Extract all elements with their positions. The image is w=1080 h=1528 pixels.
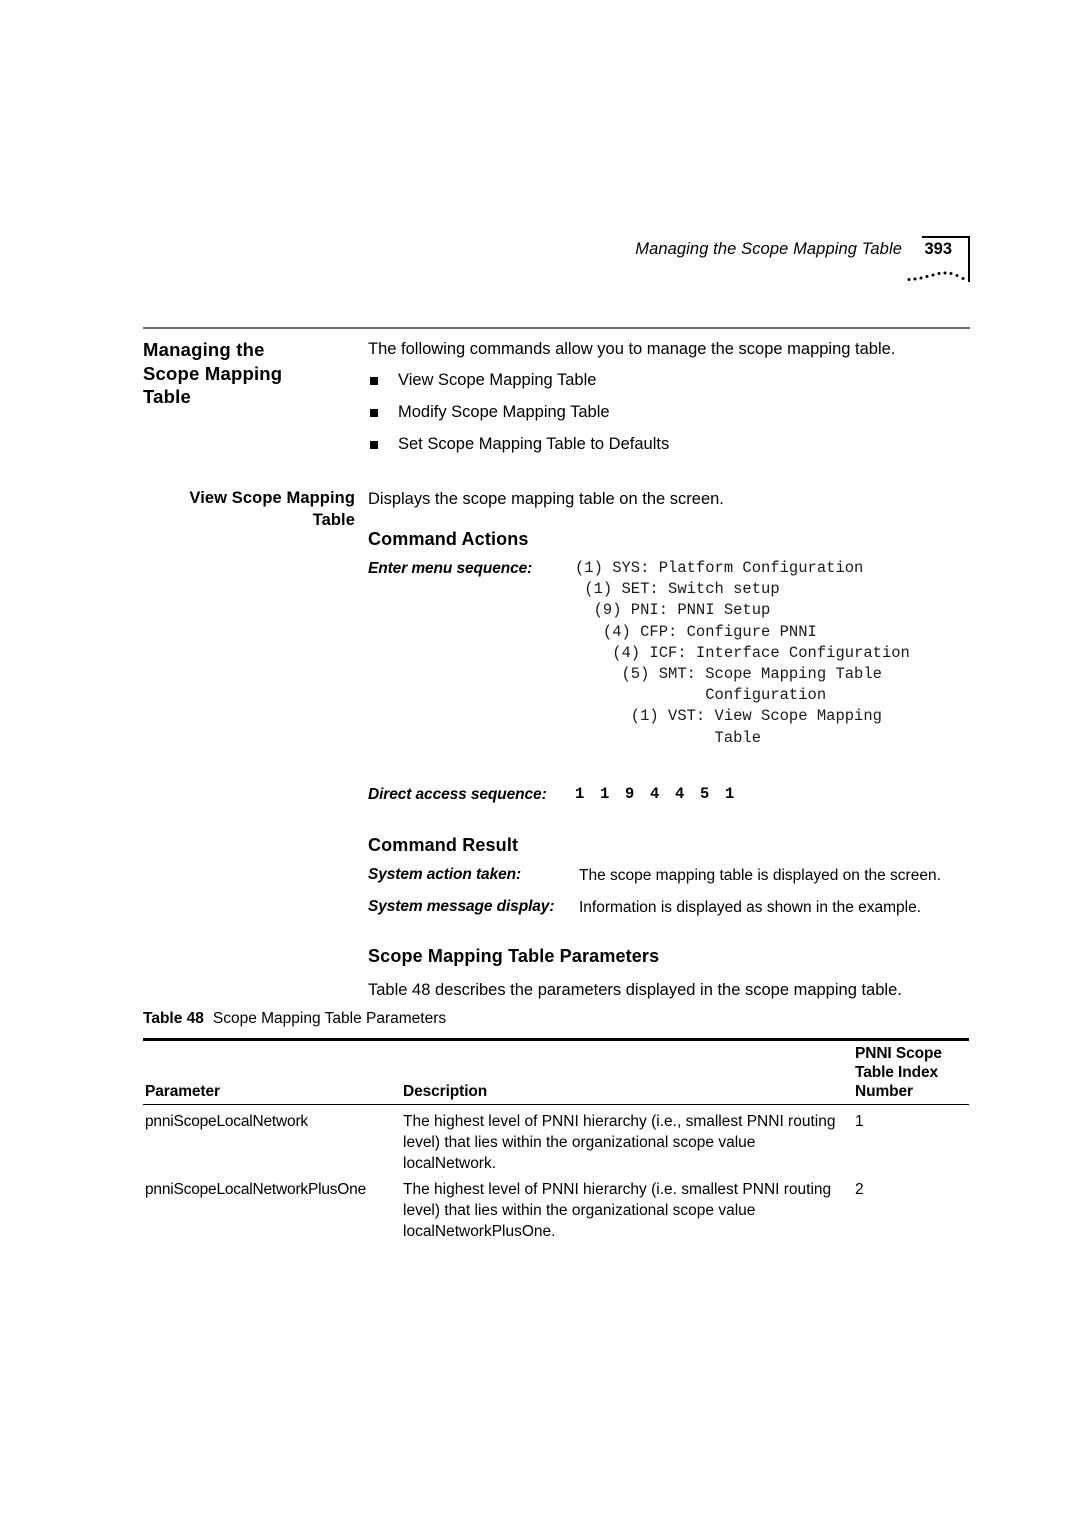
list-item-label: Set Scope Mapping Table to Defaults (398, 435, 670, 453)
scope-mapping-parameters-heading: Scope Mapping Table Parameters (368, 946, 660, 966)
table-row: pnniScopeLocalNetworkPlusOne The highest… (143, 1173, 969, 1241)
header-rule-top (922, 236, 970, 238)
page-title-text: Managing the Scope Mapping Table (143, 339, 283, 407)
table-row: pnniScopeLocalNetwork The highest level … (143, 1105, 969, 1173)
list-item-label: View Scope Mapping Table (398, 371, 597, 389)
column-header-parameter: Parameter (145, 1083, 220, 1100)
parameters-table: Parameter Description PNNI Scope Table I… (143, 1038, 969, 1241)
page-number: 393 (924, 240, 952, 258)
system-message-display-label: System message display: (368, 898, 555, 915)
table-intro-paragraph: Table 48 describes the parameters displa… (368, 981, 902, 999)
cell-parameter: pnniScopeLocalNetworkPlusOne (145, 1181, 367, 1198)
enter-menu-sequence-label: Enter menu sequence: (368, 560, 533, 577)
cell-parameter: pnniScopeLocalNetwork (145, 1113, 308, 1130)
command-bullet-list: View Scope Mapping Table Modify Scope Ma… (368, 370, 970, 466)
square-bullet-icon (370, 441, 378, 449)
list-item: View Scope Mapping Table (368, 370, 970, 402)
list-item-label: Modify Scope Mapping Table (398, 403, 610, 421)
subsection-title-text: View Scope Mapping Table (189, 489, 355, 529)
document-page: Managing the Scope Mapping Table 393 Man… (0, 0, 1080, 1528)
cell-description: The highest level of PNNI hierarchy (i.e… (403, 1113, 836, 1172)
square-bullet-icon (370, 377, 378, 385)
table-caption-text: Scope Mapping Table Parameters (212, 1010, 447, 1027)
system-message-display-value: Information is displayed as shown in the… (579, 899, 922, 916)
decorative-dots-icon (907, 271, 965, 281)
column-header-description: Description (403, 1083, 488, 1100)
table-caption: Table 48 Scope Mapping Table Parameters (143, 1010, 446, 1028)
subsection-description: Displays the scope mapping table on the … (368, 490, 724, 508)
list-item: Modify Scope Mapping Table (368, 402, 970, 434)
subsection-title: View Scope Mapping Table (143, 487, 355, 531)
section-divider-rule (143, 327, 970, 329)
cell-description: The highest level of PNNI hierarchy (i.e… (403, 1181, 832, 1240)
direct-access-sequence-label: Direct access sequence: (368, 786, 547, 803)
menu-sequence-block: (1) SYS: Platform Configuration (1) SET:… (575, 559, 910, 747)
table-caption-label: Table 48 (143, 1010, 204, 1027)
cell-index: 1 (855, 1113, 864, 1130)
square-bullet-icon (370, 409, 378, 417)
running-header: Managing the Scope Mapping Table 393 (143, 236, 970, 296)
running-header-title: Managing the Scope Mapping Table (635, 240, 902, 258)
cell-index: 2 (855, 1181, 864, 1198)
system-action-taken-value: The scope mapping table is displayed on … (579, 867, 941, 884)
system-action-taken-label: System action taken: (368, 866, 522, 883)
command-result-heading: Command Result (368, 835, 519, 855)
header-rule-vertical (968, 236, 970, 282)
page-title: Managing the Scope Mapping Table (143, 338, 355, 409)
direct-access-sequence-value: 1 1 9 4 4 5 1 (575, 785, 738, 803)
column-header-index: PNNI Scope Table Index Number (855, 1045, 942, 1100)
command-actions-heading: Command Actions (368, 529, 529, 549)
intro-paragraph: The following commands allow you to mana… (368, 340, 896, 358)
table-header-row: Parameter Description PNNI Scope Table I… (143, 1041, 969, 1104)
list-item: Set Scope Mapping Table to Defaults (368, 434, 970, 466)
